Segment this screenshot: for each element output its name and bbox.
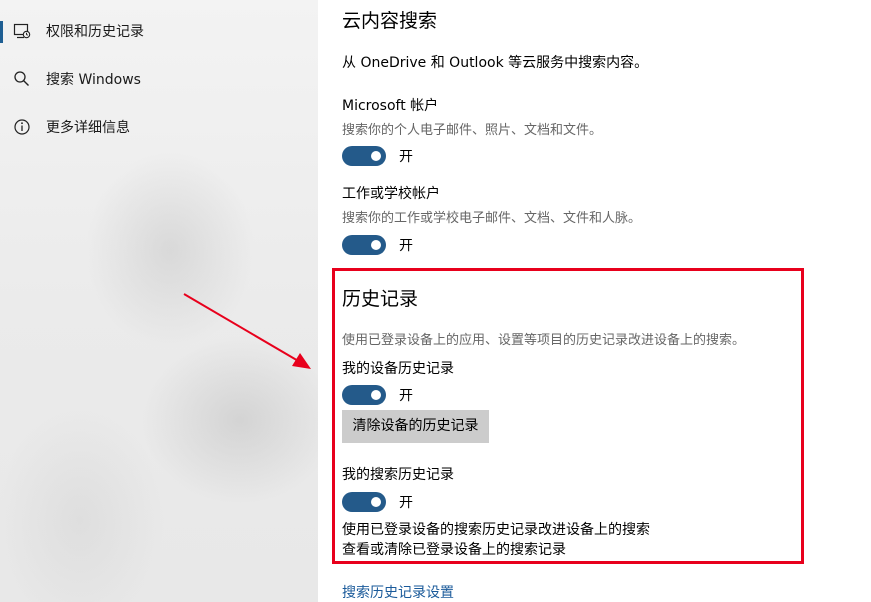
- search-history-settings-link[interactable]: 搜索历史记录设置: [342, 582, 454, 602]
- toggle-state-label: 开: [399, 495, 413, 511]
- history-heading: 历史记录: [342, 288, 419, 310]
- sidebar-item-more-details[interactable]: 更多详细信息: [0, 107, 318, 147]
- sidebar-item-label: 搜索 Windows: [46, 72, 141, 88]
- work-account-title: 工作或学校帐户: [342, 186, 440, 202]
- microsoft-account-toggle[interactable]: 开: [342, 146, 413, 166]
- search-history-title: 我的搜索历史记录: [342, 467, 454, 483]
- device-history-toggle[interactable]: 开: [342, 385, 413, 405]
- toggle-track[interactable]: [342, 146, 386, 166]
- sidebar-item-label: 更多详细信息: [46, 120, 130, 136]
- work-account-subtitle: 搜索你的工作或学校电子邮件、文档、文件和人脉。: [342, 211, 642, 226]
- sidebar: 权限和历史记录 搜索 Windows 更多详细信息: [0, 0, 318, 602]
- info-icon: [12, 117, 32, 137]
- toggle-knob: [371, 390, 381, 400]
- device-history-title: 我的设备历史记录: [342, 361, 454, 377]
- search-history-note-2: 查看或清除已登录设备上的搜索记录: [342, 542, 566, 558]
- toggle-knob: [371, 151, 381, 161]
- search-icon: [12, 69, 32, 89]
- toggle-track[interactable]: [342, 235, 386, 255]
- work-account-toggle[interactable]: 开: [342, 235, 413, 255]
- toggle-state-label: 开: [399, 238, 413, 254]
- sidebar-item-search-windows[interactable]: 搜索 Windows: [0, 59, 318, 99]
- toggle-knob: [371, 240, 381, 250]
- search-history-toggle[interactable]: 开: [342, 492, 413, 512]
- clear-device-history-button[interactable]: 清除设备的历史记录: [342, 410, 489, 443]
- cloud-search-description: 从 OneDrive 和 Outlook 等云服务中搜索内容。: [342, 55, 649, 71]
- microsoft-account-subtitle: 搜索你的个人电子邮件、照片、文档和文件。: [342, 123, 603, 138]
- toggle-track[interactable]: [342, 492, 386, 512]
- cloud-search-heading: 云内容搜索: [342, 10, 438, 32]
- toggle-knob: [371, 497, 381, 507]
- sidebar-item-label: 权限和历史记录: [46, 24, 144, 40]
- selected-indicator: [0, 21, 3, 43]
- main-content: 云内容搜索 从 OneDrive 和 Outlook 等云服务中搜索内容。 Mi…: [318, 0, 871, 602]
- toggle-track[interactable]: [342, 385, 386, 405]
- sidebar-item-permissions-history[interactable]: 权限和历史记录: [0, 11, 318, 51]
- search-history-note-1: 使用已登录设备的搜索历史记录改进设备上的搜索: [342, 522, 650, 538]
- permissions-history-icon: [12, 21, 32, 41]
- toggle-state-label: 开: [399, 388, 413, 404]
- toggle-state-label: 开: [399, 149, 413, 165]
- history-description: 使用已登录设备上的应用、设置等项目的历史记录改进设备上的搜索。: [342, 333, 746, 348]
- microsoft-account-title: Microsoft 帐户: [342, 98, 439, 114]
